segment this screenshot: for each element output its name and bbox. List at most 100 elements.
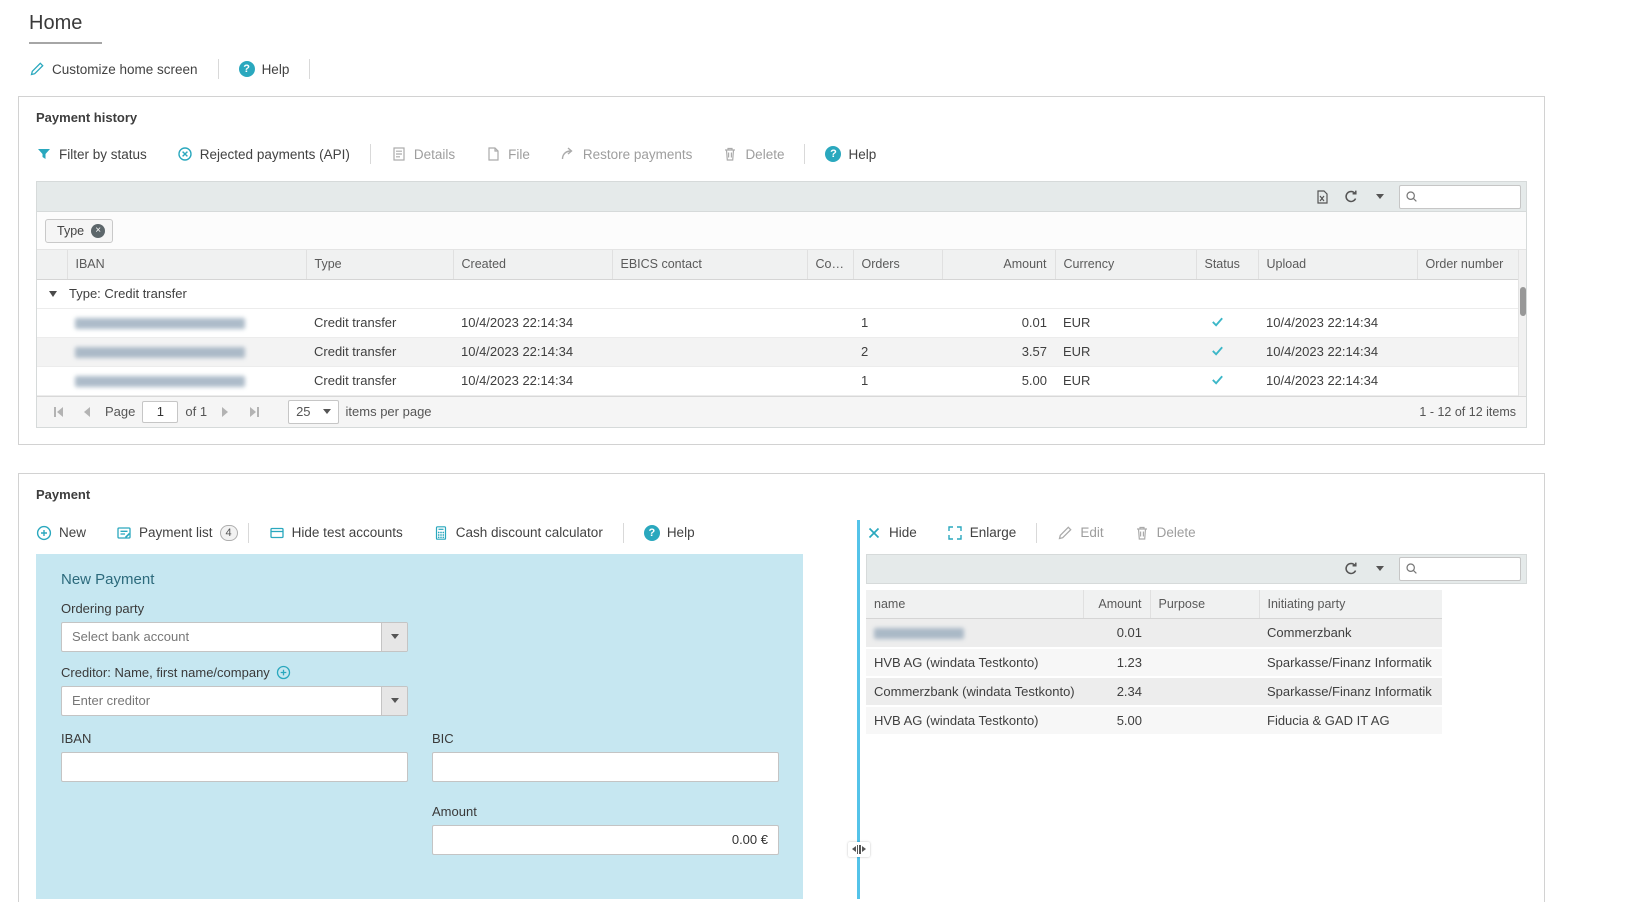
column-header-contact[interactable]: Conta... bbox=[807, 250, 853, 279]
creditor-combobox[interactable]: Enter creditor bbox=[61, 686, 408, 716]
cell-name: HVB AG (windata Testkonto) bbox=[866, 648, 1083, 677]
column-header-ebics-contact[interactable]: EBICS contact bbox=[612, 250, 807, 279]
column-header-order-number[interactable]: Order number bbox=[1417, 250, 1521, 279]
delete-payment-label: Delete bbox=[1157, 525, 1196, 540]
table-row[interactable]: Credit transfer 10/4/2023 22:14:34 2 3.5… bbox=[37, 337, 1521, 366]
grid-vertical-scrollbar[interactable] bbox=[1518, 250, 1526, 396]
collapse-caret-icon[interactable] bbox=[49, 291, 57, 297]
chevron-down-icon bbox=[1376, 194, 1384, 199]
cell-currency: EUR bbox=[1055, 366, 1196, 395]
details-button[interactable]: Details bbox=[391, 146, 455, 162]
cell-contact bbox=[807, 366, 853, 395]
filter-by-status-button[interactable]: Filter by status bbox=[36, 146, 147, 162]
payment-history-toolbar: Filter by status Rejected payments (API)… bbox=[36, 141, 1527, 167]
payment-list-icon bbox=[116, 525, 132, 541]
delete-button[interactable]: Delete bbox=[722, 146, 784, 162]
restore-payments-button[interactable]: Restore payments bbox=[560, 146, 693, 162]
refresh-icon bbox=[1343, 189, 1359, 205]
column-header-iban[interactable]: IBAN bbox=[67, 250, 306, 279]
pager-last-button[interactable] bbox=[243, 401, 265, 423]
ordering-party-combobox[interactable]: Select bank account bbox=[61, 622, 408, 652]
refresh-button[interactable] bbox=[1341, 557, 1361, 581]
column-header-upload[interactable]: Upload bbox=[1258, 250, 1417, 279]
restore-arrow-icon bbox=[560, 146, 576, 162]
file-button[interactable]: File bbox=[485, 146, 530, 162]
list-item[interactable]: 0.01 Commerzbank bbox=[866, 619, 1442, 648]
grid-options-dropdown[interactable] bbox=[1370, 185, 1390, 209]
new-payment-form: New Payment Ordering party Select bank a… bbox=[36, 554, 803, 899]
edit-button[interactable]: Edit bbox=[1057, 525, 1103, 541]
payment-title: Payment bbox=[19, 474, 1544, 502]
add-creditor-icon[interactable] bbox=[276, 665, 291, 680]
group-row-credit-transfer[interactable]: Type: Credit transfer bbox=[37, 279, 1521, 308]
bic-input[interactable] bbox=[432, 752, 779, 782]
grid-options-dropdown[interactable] bbox=[1370, 557, 1390, 581]
dropdown-button[interactable] bbox=[381, 687, 407, 715]
pager-next-button[interactable] bbox=[214, 401, 236, 423]
chip-close-icon[interactable] bbox=[91, 224, 105, 238]
home-help-button[interactable]: Help bbox=[239, 61, 290, 77]
history-help-button[interactable]: Help bbox=[825, 146, 876, 162]
pager-prev-button[interactable] bbox=[76, 401, 98, 423]
list-item[interactable]: HVB AG (windata Testkonto) 5.00 Fiducia … bbox=[866, 706, 1442, 735]
table-row[interactable]: Credit transfer 10/4/2023 22:14:34 1 5.0… bbox=[37, 366, 1521, 395]
export-excel-button[interactable] bbox=[1312, 185, 1332, 209]
enlarge-button[interactable]: Enlarge bbox=[947, 525, 1017, 541]
payment-history-panel: Payment history Filter by status Rejecte… bbox=[18, 96, 1545, 445]
cell-initiating-party: Sparkasse/Finanz Informatik bbox=[1259, 677, 1442, 706]
amount-field-group: Amount bbox=[432, 804, 778, 855]
refresh-button[interactable] bbox=[1341, 185, 1361, 209]
column-header-name[interactable]: name bbox=[866, 590, 1083, 619]
customize-home-screen-button[interactable]: Customize home screen bbox=[29, 61, 198, 77]
cell-purpose bbox=[1150, 648, 1259, 677]
table-row[interactable]: Credit transfer 10/4/2023 22:14:34 1 0.0… bbox=[37, 308, 1521, 337]
cash-discount-calculator-button[interactable]: Cash discount calculator bbox=[433, 525, 603, 541]
column-header-initiating-party[interactable]: Initiating party bbox=[1259, 590, 1442, 619]
grid-search-input[interactable] bbox=[1423, 189, 1515, 205]
list-item[interactable]: Commerzbank (windata Testkonto) 2.34 Spa… bbox=[866, 677, 1442, 706]
iban-input[interactable] bbox=[61, 752, 408, 782]
splitter-drag-handle-icon[interactable] bbox=[848, 842, 870, 857]
hide-test-accounts-button[interactable]: Hide test accounts bbox=[269, 525, 403, 541]
search-icon bbox=[1405, 562, 1418, 575]
dropdown-button[interactable] bbox=[381, 623, 407, 651]
cell-ebics-contact bbox=[612, 337, 807, 366]
toolbar-separator bbox=[370, 144, 371, 164]
page-size-dropdown[interactable]: 25 bbox=[288, 400, 338, 424]
file-icon bbox=[485, 146, 501, 162]
list-search-input[interactable] bbox=[1423, 561, 1515, 577]
amount-label: Amount bbox=[432, 804, 778, 819]
cell-select bbox=[37, 366, 67, 395]
payment-help-button[interactable]: Help bbox=[644, 525, 695, 541]
delete-payment-button[interactable]: Delete bbox=[1134, 525, 1196, 541]
payment-help-label: Help bbox=[667, 525, 695, 540]
column-header-type[interactable]: Type bbox=[306, 250, 453, 279]
group-chip-type[interactable]: Type bbox=[45, 219, 113, 243]
hide-panel-button[interactable]: Hide bbox=[866, 525, 917, 541]
amount-input[interactable] bbox=[432, 825, 779, 855]
column-header-created[interactable]: Created bbox=[453, 250, 612, 279]
column-header-amount[interactable]: Amount bbox=[942, 250, 1055, 279]
payment-list-button[interactable]: Payment list 4 bbox=[116, 525, 238, 541]
cell-iban bbox=[67, 308, 306, 337]
ordering-party-placeholder: Select bank account bbox=[62, 623, 381, 651]
cell-status bbox=[1196, 366, 1258, 395]
list-toolbar-band bbox=[866, 554, 1527, 584]
cell-orders: 1 bbox=[853, 308, 942, 337]
pager-first-button[interactable] bbox=[47, 401, 69, 423]
column-header-status[interactable]: Status bbox=[1196, 250, 1258, 279]
column-header-currency[interactable]: Currency bbox=[1055, 250, 1196, 279]
pane-splitter[interactable] bbox=[857, 520, 860, 899]
payment-list-count-badge: 4 bbox=[220, 525, 238, 541]
column-header-amount[interactable]: Amount bbox=[1083, 590, 1150, 619]
toolbar-separator bbox=[1036, 523, 1037, 543]
scrollbar-thumb[interactable] bbox=[1520, 287, 1526, 316]
list-item[interactable]: HVB AG (windata Testkonto) 1.23 Sparkass… bbox=[866, 648, 1442, 677]
page-number-input[interactable] bbox=[142, 401, 178, 423]
page-size-value: 25 bbox=[296, 404, 310, 419]
rejected-payments-button[interactable]: Rejected payments (API) bbox=[177, 146, 350, 162]
new-payment-button[interactable]: New bbox=[36, 525, 86, 541]
redacted-iban bbox=[75, 347, 245, 358]
column-header-orders[interactable]: Orders bbox=[853, 250, 942, 279]
column-header-purpose[interactable]: Purpose bbox=[1150, 590, 1259, 619]
